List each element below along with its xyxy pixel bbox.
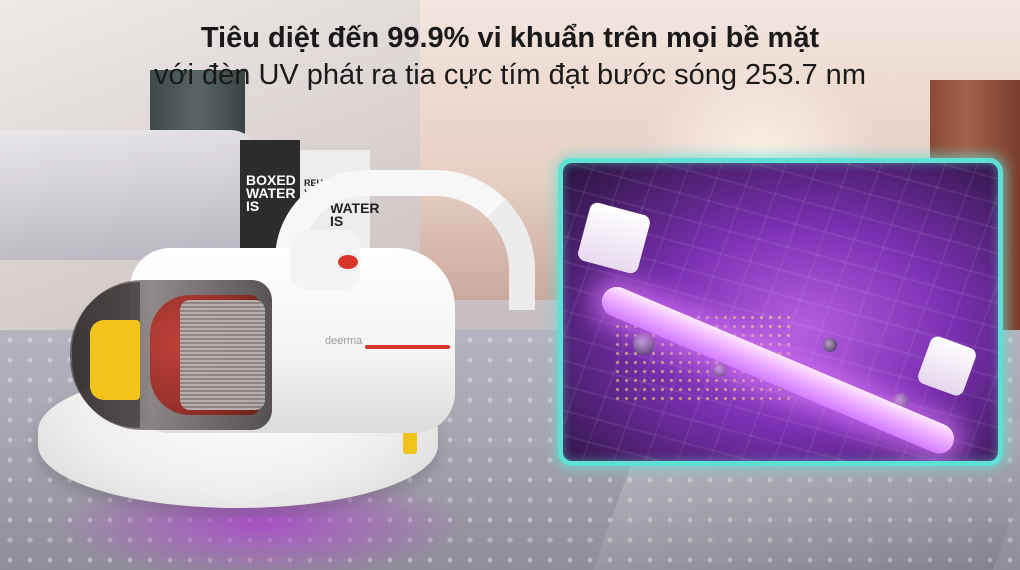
red-accent-stripe: [365, 345, 450, 349]
germ-icon: [823, 338, 837, 352]
germ-icon: [633, 333, 655, 355]
germ-icon: [713, 363, 727, 377]
mite-vacuum-cleaner: deerma: [30, 170, 570, 570]
warning-sticker: [90, 320, 140, 400]
headline-subtitle: với đèn UV phát ra tia cực tím đạt bước …: [154, 59, 866, 91]
headline-title: Tiêu diệt đến 99.9% vi khuẩn trên mọi bề…: [200, 22, 820, 54]
product-banner: BOXED WATER IS REUSE YOUR WATER IS Tiêu …: [0, 0, 1020, 570]
uv-lamp-inset: [558, 158, 1003, 466]
power-button: [335, 252, 361, 272]
brand-logo: deerma: [325, 335, 363, 347]
dust-cup-filter-mesh: [180, 300, 265, 410]
headline: Tiêu diệt đến 99.9% vi khuẩn trên mọi bề…: [0, 20, 1020, 94]
